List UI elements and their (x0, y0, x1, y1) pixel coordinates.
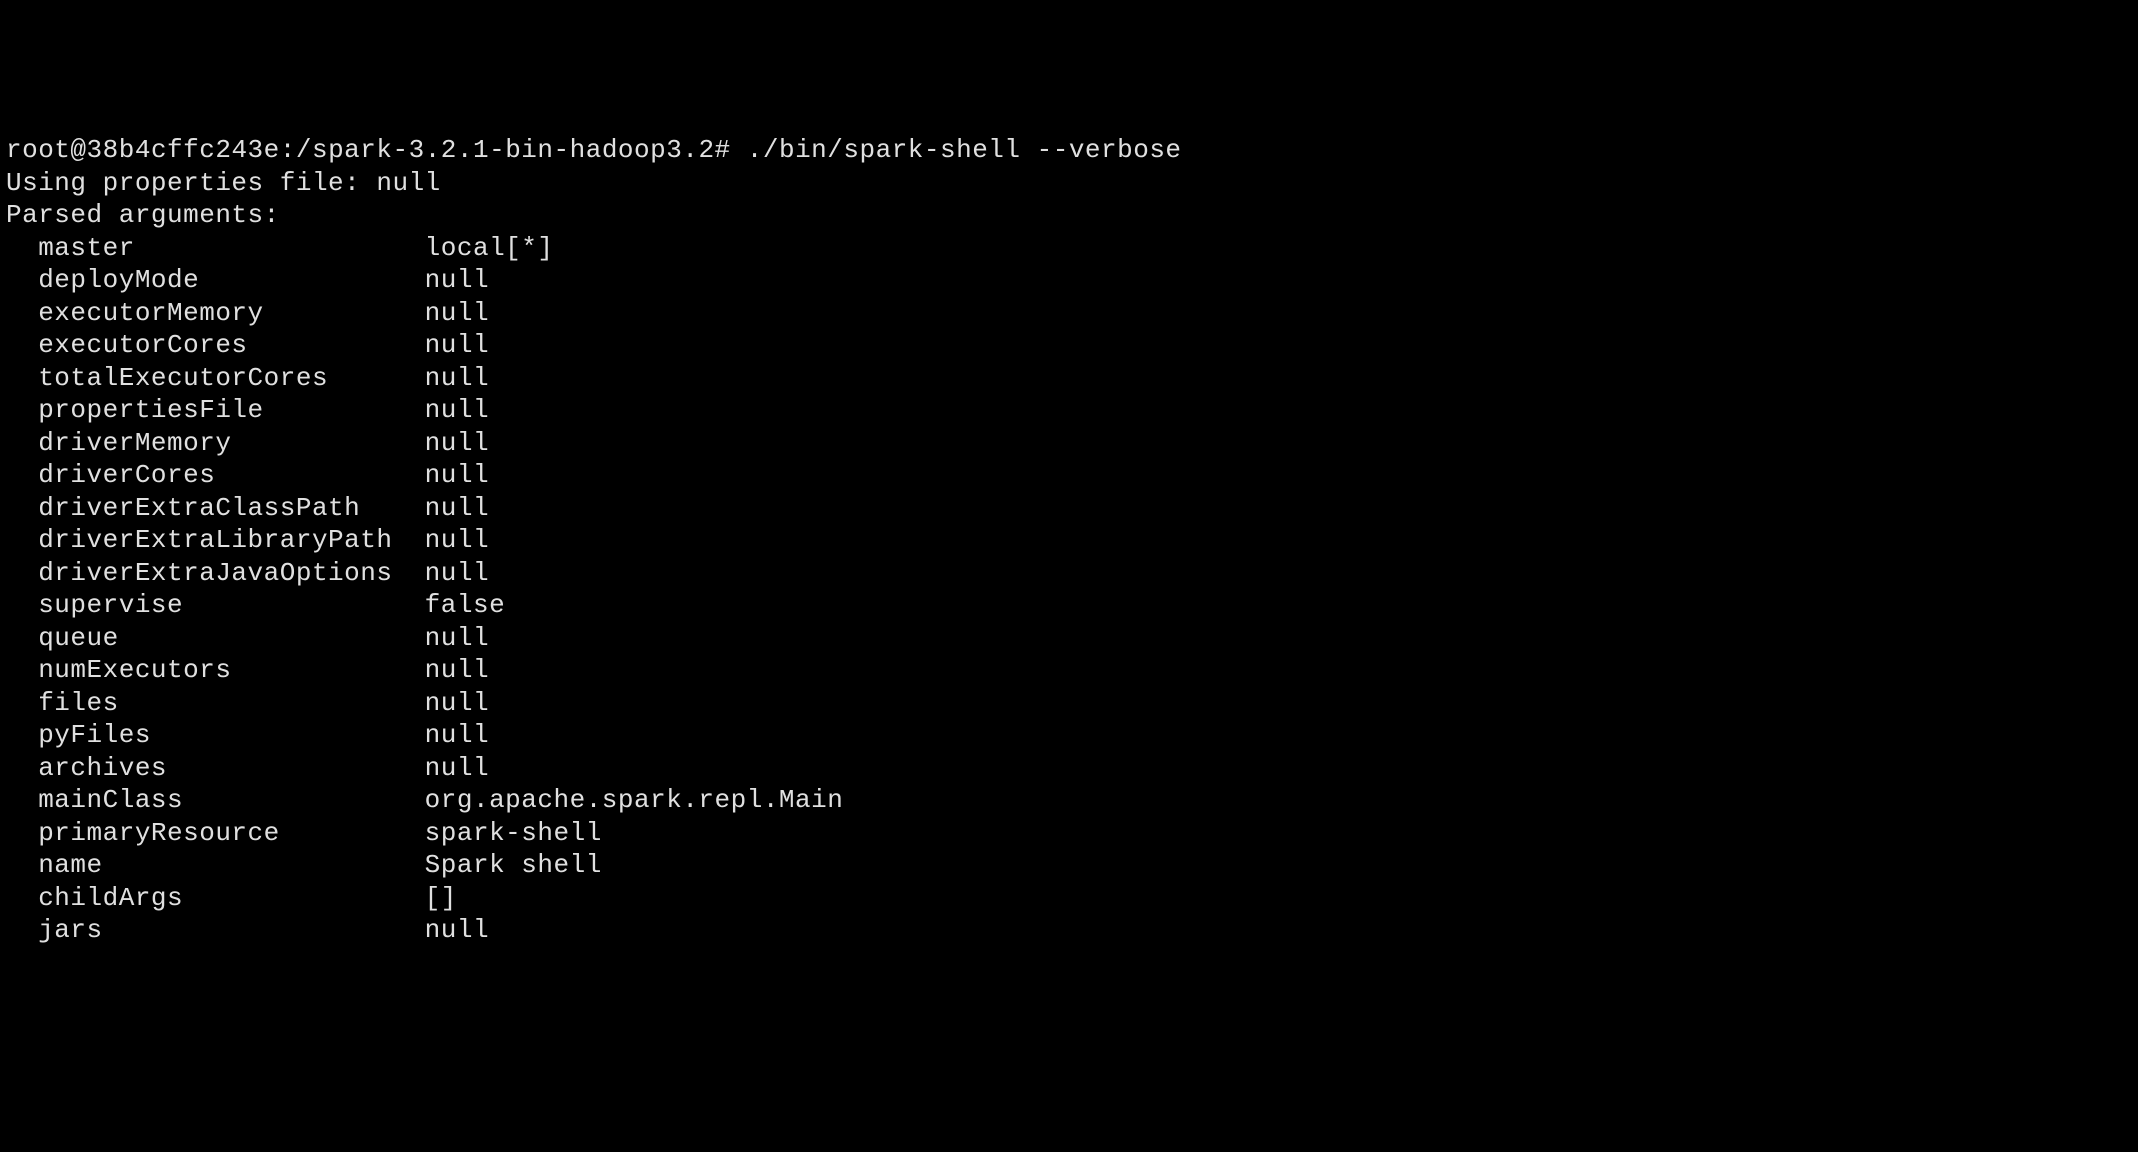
argument-row: files null (6, 687, 2132, 720)
argument-row: executorCores null (6, 329, 2132, 362)
argument-key: numExecutors (6, 655, 425, 685)
argument-value: null (425, 558, 489, 588)
prompt-line: root@38b4cffc243e:/spark-3.2.1-bin-hadoo… (6, 134, 2132, 167)
terminal-output[interactable]: root@38b4cffc243e:/spark-3.2.1-bin-hadoo… (6, 134, 2132, 947)
argument-value: null (425, 688, 489, 718)
properties-file-line: Using properties file: null (6, 167, 2132, 200)
prompt-host: 38b4cffc243e (87, 135, 280, 165)
argument-key: archives (6, 753, 425, 783)
argument-value: null (425, 330, 489, 360)
argument-row: pyFiles null (6, 719, 2132, 752)
argument-key: driverMemory (6, 428, 425, 458)
argument-row: jars null (6, 914, 2132, 947)
argument-value: null (425, 428, 489, 458)
argument-key: master (6, 233, 425, 263)
argument-row: driverExtraClassPath null (6, 492, 2132, 525)
argument-key: supervise (6, 590, 425, 620)
argument-key: name (6, 850, 425, 880)
argument-value: null (425, 720, 489, 750)
prompt-user: root (6, 135, 70, 165)
argument-key: driverExtraLibraryPath (6, 525, 425, 555)
argument-key: executorMemory (6, 298, 425, 328)
argument-row: driverCores null (6, 459, 2132, 492)
command-text: ./bin/spark-shell --verbose (747, 135, 1182, 165)
argument-value: null (425, 460, 489, 490)
argument-row: archives null (6, 752, 2132, 785)
argument-value: null (425, 298, 489, 328)
argument-key: primaryResource (6, 818, 425, 848)
argument-value: null (425, 395, 489, 425)
argument-value: null (425, 655, 489, 685)
prompt-symbol: # (715, 135, 731, 165)
argument-value: false (425, 590, 506, 620)
argument-value: null (425, 265, 489, 295)
argument-row: master local[*] (6, 232, 2132, 265)
argument-value: null (425, 623, 489, 653)
argument-row: totalExecutorCores null (6, 362, 2132, 395)
argument-key: files (6, 688, 425, 718)
argument-value: local[*] (425, 233, 554, 263)
arguments-list: master local[*] deployMode null executor… (6, 232, 2132, 947)
argument-row: executorMemory null (6, 297, 2132, 330)
argument-key: propertiesFile (6, 395, 425, 425)
argument-row: numExecutors null (6, 654, 2132, 687)
argument-row: queue null (6, 622, 2132, 655)
argument-row: driverExtraLibraryPath null (6, 524, 2132, 557)
argument-key: totalExecutorCores (6, 363, 425, 393)
argument-row: deployMode null (6, 264, 2132, 297)
argument-row: supervise false (6, 589, 2132, 622)
argument-value: null (425, 363, 489, 393)
argument-key: pyFiles (6, 720, 425, 750)
argument-row: driverExtraJavaOptions null (6, 557, 2132, 590)
argument-key: driverExtraClassPath (6, 493, 425, 523)
argument-key: jars (6, 915, 425, 945)
argument-value: org.apache.spark.repl.Main (425, 785, 844, 815)
argument-row: childArgs [] (6, 882, 2132, 915)
argument-value: null (425, 915, 489, 945)
argument-key: executorCores (6, 330, 425, 360)
argument-row: driverMemory null (6, 427, 2132, 460)
argument-value: null (425, 525, 489, 555)
argument-key: mainClass (6, 785, 425, 815)
argument-row: propertiesFile null (6, 394, 2132, 427)
prompt-path: /spark-3.2.1-bin-hadoop3.2 (296, 135, 715, 165)
argument-key: driverCores (6, 460, 425, 490)
parsed-arguments-header: Parsed arguments: (6, 199, 2132, 232)
argument-row: primaryResource spark-shell (6, 817, 2132, 850)
argument-key: driverExtraJavaOptions (6, 558, 425, 588)
argument-key: childArgs (6, 883, 425, 913)
argument-key: queue (6, 623, 425, 653)
argument-value: null (425, 753, 489, 783)
argument-value: [] (425, 883, 457, 913)
argument-value: spark-shell (425, 818, 602, 848)
argument-value: null (425, 493, 489, 523)
argument-key: deployMode (6, 265, 425, 295)
argument-row: name Spark shell (6, 849, 2132, 882)
argument-row: mainClass org.apache.spark.repl.Main (6, 784, 2132, 817)
argument-value: Spark shell (425, 850, 602, 880)
